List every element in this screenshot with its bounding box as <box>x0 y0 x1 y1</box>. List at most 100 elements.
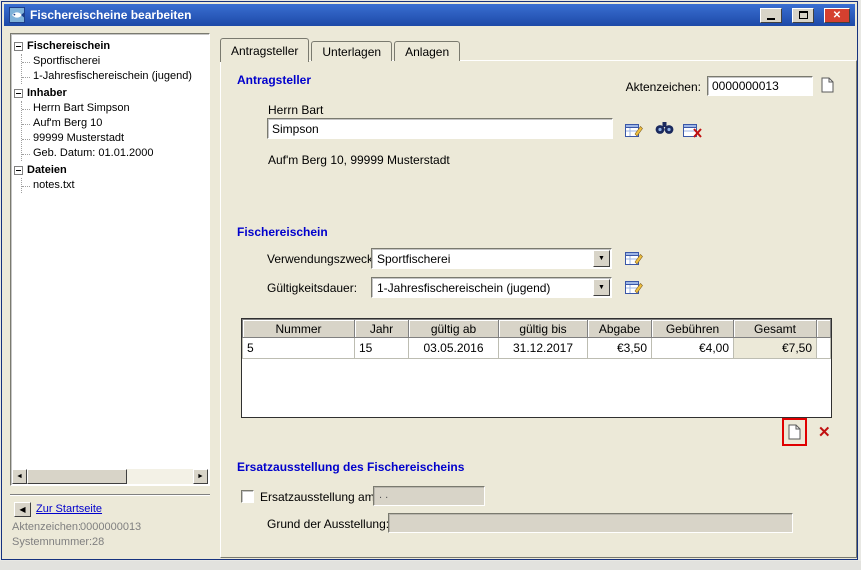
dropdown-button[interactable]: ▼ <box>593 250 610 267</box>
back-button[interactable]: ◀ <box>14 502 31 517</box>
sidebar-systemnummer-value: 28 <box>92 536 104 548</box>
surname-input[interactable] <box>267 118 613 139</box>
tree-children: Sportfischerei 1-Jahresfischereischein (… <box>21 54 206 84</box>
app-window: Fischereischeine bearbeiten ✕ Fischereis… <box>1 1 858 560</box>
maximize-button[interactable] <box>792 8 814 23</box>
window-title: Fischereischeine bearbeiten <box>30 8 760 22</box>
tree-node-label: Fischereischein <box>27 40 110 52</box>
sidebar-systemnummer-label: Systemnummer: <box>12 536 92 548</box>
tab-label: Antragsteller <box>231 44 298 58</box>
tree-children: Herrn Bart Simpson Auf'm Berg 10 99999 M… <box>21 101 206 161</box>
col-abgabe[interactable]: Abgabe <box>588 320 652 338</box>
tree-node[interactable]: notes.txt <box>22 178 206 193</box>
tab-strip: Antragsteller Unterlagen Anlagen <box>220 37 462 61</box>
duration-label: Gültigkeitsdauer: <box>267 281 357 295</box>
collapse-icon[interactable] <box>14 166 23 175</box>
duration-combobox[interactable]: 1-Jahresfischereischein (jugend) ▼ <box>371 277 612 298</box>
minimize-icon <box>767 18 775 20</box>
close-icon: ✕ <box>833 10 841 21</box>
delete-row-icon[interactable]: ✕ <box>818 425 831 440</box>
purpose-combobox[interactable]: Sportfischerei ▼ <box>371 248 612 269</box>
record-tree[interactable]: Fischereischein Sportfischerei 1-Jahresf… <box>10 33 210 486</box>
section-heading-fischereischein: Fischereischein <box>237 225 328 239</box>
reason-field <box>388 513 793 533</box>
chevron-down-icon: ▼ <box>598 284 605 291</box>
section-heading-ersatzausstellung: Ersatzausstellung des Fischereischeins <box>237 460 464 474</box>
sidebar-divider <box>10 494 210 496</box>
replacement-checkbox-label: Ersatzausstellung am: <box>260 490 378 504</box>
tree-node[interactable]: 1-Jahresfischereischein (jugend) <box>22 69 206 84</box>
tree-node-label: Dateien <box>27 164 67 176</box>
scrollbar-track[interactable] <box>127 469 193 484</box>
desktop-fragment <box>0 561 861 570</box>
tree-node[interactable]: Auf'm Berg 10 <box>22 116 206 131</box>
purpose-label: Verwendungszweck: <box>267 252 376 266</box>
search-person-icon[interactable] <box>655 120 674 135</box>
sidebar-aktenzeichen-label: Aktenzeichen: <box>12 521 81 533</box>
app-icon <box>9 7 25 23</box>
col-gebuehren[interactable]: Gebühren <box>652 320 734 338</box>
col-gesamt[interactable]: Gesamt <box>734 320 817 338</box>
purpose-value: Sportfischerei <box>372 252 593 266</box>
cell-gueltig-ab[interactable]: 03.05.2016 <box>409 338 499 359</box>
tab-label: Unterlagen <box>322 45 381 59</box>
tab-label: Anlagen <box>405 45 449 59</box>
collapse-icon[interactable] <box>14 89 23 98</box>
tree-node[interactable]: Herrn Bart Simpson <box>22 101 206 116</box>
cell-abgabe[interactable]: €3,50 <box>588 338 652 359</box>
tree-node[interactable]: 99999 Musterstadt <box>22 131 206 146</box>
tree-node-label: Inhaber <box>27 87 67 99</box>
remove-person-icon[interactable] <box>683 122 703 138</box>
edit-duration-icon[interactable] <box>625 279 644 295</box>
tab-page-antragsteller: Antragsteller Aktenzeichen: Herrn Bart <box>220 60 857 558</box>
col-jahr[interactable]: Jahr <box>355 320 409 338</box>
reason-label: Grund der Ausstellung: <box>267 517 389 531</box>
cell-nummer[interactable]: 5 <box>243 338 355 359</box>
duration-value: 1-Jahresfischereischein (jugend) <box>372 281 593 295</box>
new-record-icon[interactable] <box>821 77 834 93</box>
edit-purpose-icon[interactable] <box>625 250 644 266</box>
edit-person-icon[interactable] <box>625 122 644 138</box>
replacement-date-field: . . <box>373 486 485 506</box>
table-header-row: Nummer Jahr gültig ab gültig bis Abgabe … <box>243 320 831 338</box>
chevron-down-icon: ▼ <box>598 255 605 262</box>
license-table[interactable]: Nummer Jahr gültig ab gültig bis Abgabe … <box>241 318 832 418</box>
col-gueltig-ab[interactable]: gültig ab <box>409 320 499 338</box>
minimize-button[interactable] <box>760 8 782 23</box>
cell-gebuehren[interactable]: €4,00 <box>652 338 734 359</box>
file-number-input[interactable] <box>707 76 813 96</box>
cell-jahr[interactable]: 15 <box>355 338 409 359</box>
scrollbar-thumb[interactable] <box>27 469 127 484</box>
replacement-checkbox[interactable] <box>241 490 254 503</box>
add-row-icon[interactable] <box>788 424 801 440</box>
scroll-left-button[interactable]: ◄ <box>12 469 27 484</box>
cell-gueltig-bis[interactable]: 31.12.2017 <box>499 338 588 359</box>
collapse-icon[interactable] <box>14 42 23 51</box>
tab-antragsteller[interactable]: Antragsteller <box>220 38 309 62</box>
address-line: Auf'm Berg 10, 99999 Musterstadt <box>268 153 450 167</box>
sidebar-aktenzeichen-value: 0000000013 <box>80 521 141 533</box>
tab-unterlagen[interactable]: Unterlagen <box>311 41 392 61</box>
screen: Fischereischeine bearbeiten ✕ Fischereis… <box>0 0 861 570</box>
tree-node-fischereischein[interactable]: Fischereischein <box>14 38 206 54</box>
table-row[interactable]: 5 15 03.05.2016 31.12.2017 €3,50 €4,00 €… <box>243 338 831 359</box>
dropdown-button[interactable]: ▼ <box>593 279 610 296</box>
close-button[interactable]: ✕ <box>824 8 850 23</box>
col-gueltig-bis[interactable]: gültig bis <box>499 320 588 338</box>
scroll-right-button[interactable]: ► <box>193 469 208 484</box>
tree-node-dateien[interactable]: Dateien <box>14 162 206 178</box>
section-heading-antragsteller: Antragsteller <box>237 73 311 87</box>
name-prefix-label: Herrn Bart <box>268 103 323 117</box>
table-header-filler <box>817 320 831 338</box>
tree-horizontal-scrollbar[interactable]: ◄ ► <box>12 469 208 484</box>
tree-node[interactable]: Geb. Datum: 01.01.2000 <box>22 146 206 161</box>
home-link[interactable]: Zur Startseite <box>36 503 102 515</box>
tab-anlagen[interactable]: Anlagen <box>394 41 460 61</box>
cell-filler <box>817 338 831 359</box>
tree-node-inhaber[interactable]: Inhaber <box>14 85 206 101</box>
tree-node[interactable]: Sportfischerei <box>22 54 206 69</box>
col-nummer[interactable]: Nummer <box>243 320 355 338</box>
file-number-label: Aktenzeichen: <box>619 80 701 94</box>
cell-gesamt: €7,50 <box>734 338 817 359</box>
titlebar: Fischereischeine bearbeiten ✕ <box>4 4 855 26</box>
